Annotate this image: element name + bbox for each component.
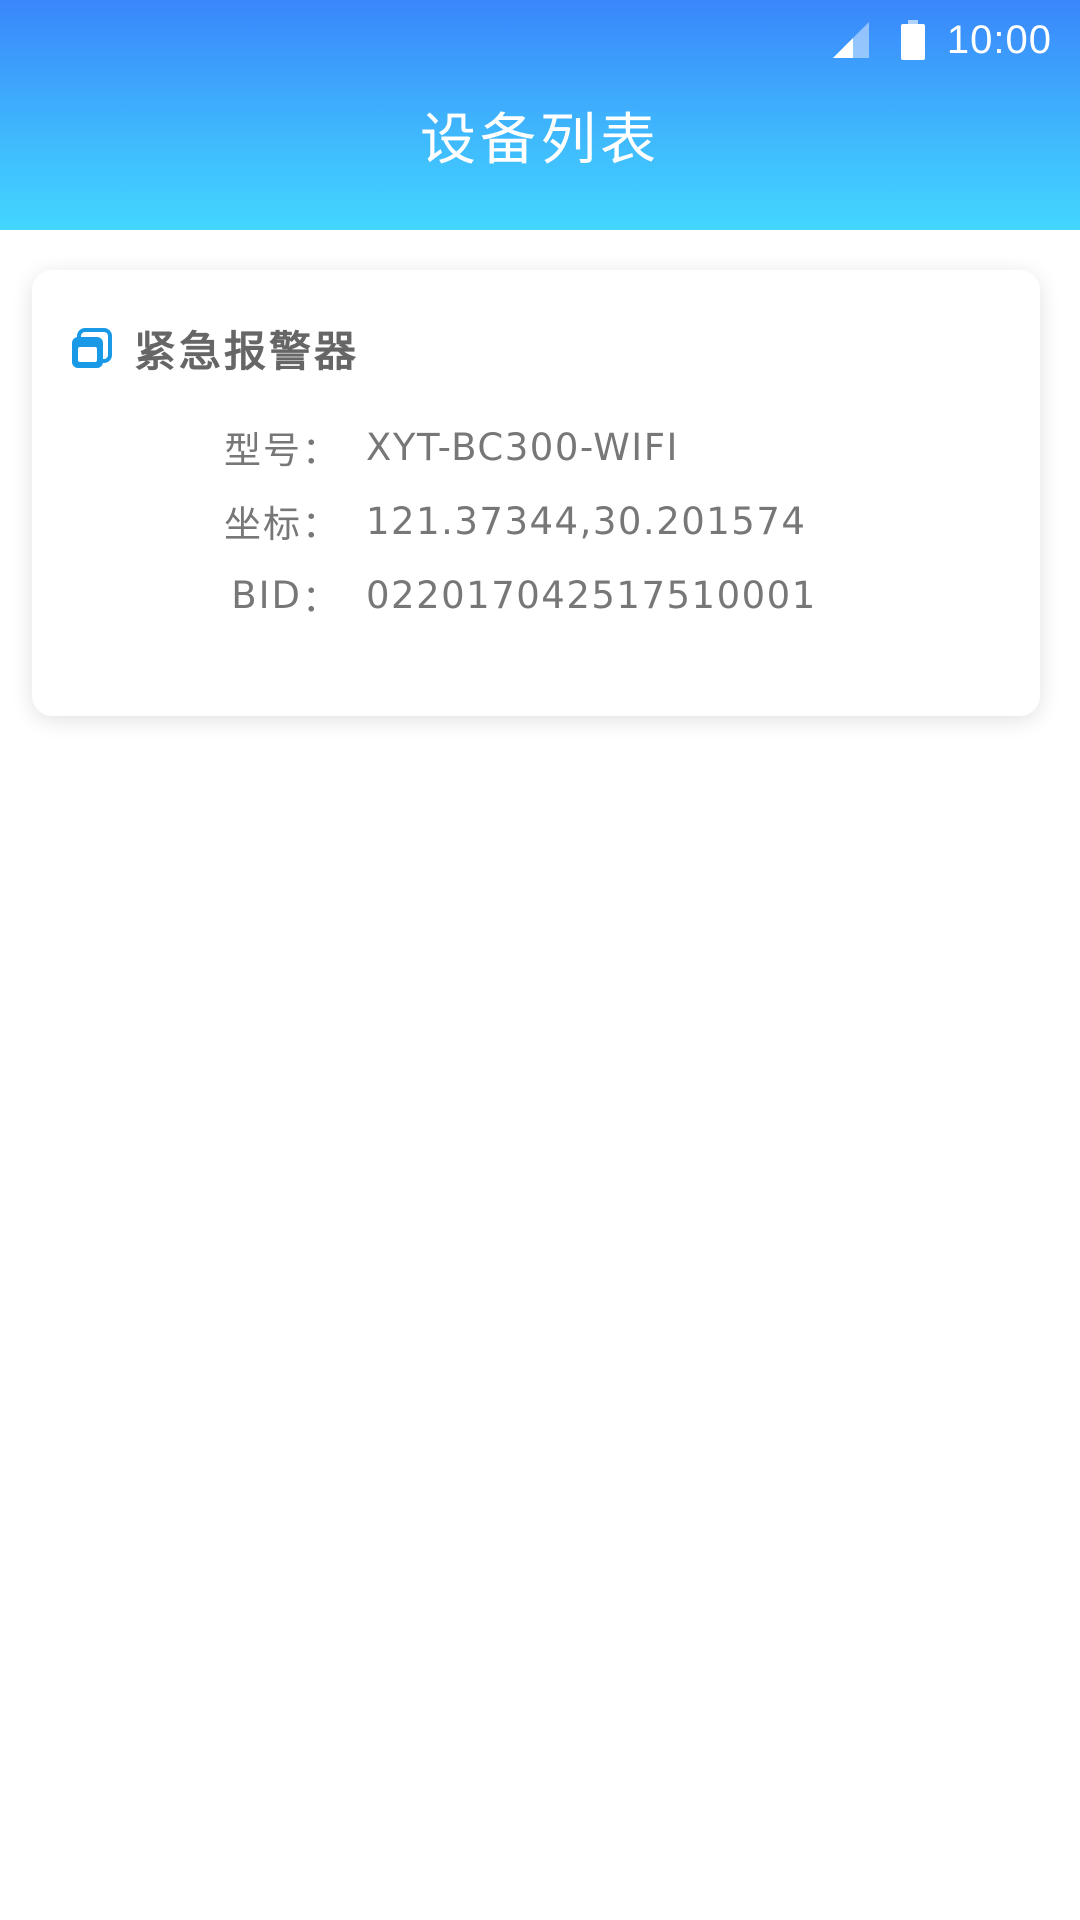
bid-colon: ：: [302, 577, 339, 620]
device-details: 型号 ： XYT-BC300-WIFI 坐标 ： 121.37344,30.20…: [32, 410, 1040, 632]
app-header: 10:00 设备列表: [0, 0, 1080, 230]
coordinates-colon: ：: [302, 503, 339, 546]
model-label: 型号: [224, 429, 302, 472]
device-model-row: 型号 ： XYT-BC300-WIFI: [32, 410, 1040, 484]
device-window-icon: [72, 327, 112, 368]
status-time: 10:00: [946, 17, 1052, 62]
device-bid-row: BID ： 022017042517510001: [32, 558, 1040, 632]
coordinates-label: 坐标: [224, 503, 302, 546]
page-title: 设备列表: [420, 108, 660, 173]
battery-icon: [900, 20, 925, 60]
bid-label: BID: [231, 573, 302, 617]
device-name: 紧急报警器: [134, 327, 360, 376]
bid-value: 022017042517510001: [366, 573, 817, 617]
signal-icon: [832, 22, 869, 58]
coordinates-value: 121.37344,30.201574: [366, 499, 807, 543]
status-bar: 10:00: [832, 0, 1080, 80]
model-value: XYT-BC300-WIFI: [366, 425, 679, 469]
model-colon: ：: [302, 429, 339, 472]
device-card[interactable]: 紧急报警器 型号 ： XYT-BC300-WIFI 坐标 ： 121.37344…: [32, 270, 1040, 716]
device-card-header: 紧急报警器: [70, 318, 359, 379]
device-coordinates-row: 坐标 ： 121.37344,30.201574: [32, 484, 1040, 558]
